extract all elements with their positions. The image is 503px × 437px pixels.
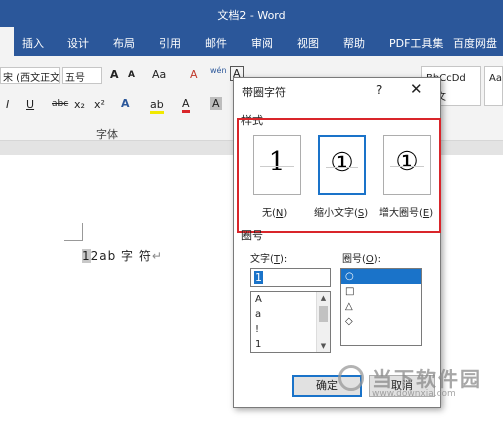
style-option-none[interactable]: 1 xyxy=(253,135,301,195)
text-list-scrollbar[interactable]: ▲ ▼ xyxy=(316,292,330,352)
tab-help[interactable]: 帮助 xyxy=(343,35,365,51)
cancel-button[interactable]: 取消 xyxy=(369,375,435,397)
selected-character: 1 xyxy=(82,249,91,263)
text-field-label: 文字(T): xyxy=(250,254,288,265)
list-item[interactable]: □ xyxy=(341,284,421,299)
margin-mark-vertical xyxy=(82,223,83,241)
circle-section-label: 圈号 xyxy=(241,229,263,242)
tab-design[interactable]: 设计 xyxy=(67,35,89,51)
tab-references[interactable]: 引用 xyxy=(159,35,181,51)
document-text: 2ab 字 符 xyxy=(90,249,152,263)
tab-home[interactable] xyxy=(0,27,14,56)
list-item[interactable]: ○ xyxy=(341,269,421,284)
style-option-shrink-text[interactable]: ① xyxy=(318,135,366,195)
tab-baidu-netdisk[interactable]: 百度网盘 xyxy=(453,35,497,51)
scroll-up-icon[interactable]: ▲ xyxy=(317,294,330,302)
style-enlarge-label[interactable]: 增大圈号(E) xyxy=(379,204,433,219)
tab-pdf-tools[interactable]: PDF工具集 xyxy=(389,35,443,51)
window-title: 文档2 - Word xyxy=(217,9,286,22)
enclose-characters-dialog: 带圈字符 ? ✕ 样式 1 ① ① 无(N) 缩小文字(S) 增大圈号(E) 圈… xyxy=(233,77,441,408)
list-item[interactable]: △ xyxy=(341,299,421,314)
style-next-preview: Aa xyxy=(489,73,502,84)
style-enlarge-glyph: ① xyxy=(395,147,419,177)
circle-field-label: 圈号(O): xyxy=(342,254,382,265)
ok-button[interactable]: 确定 xyxy=(292,375,362,397)
underline-button[interactable]: U xyxy=(26,98,34,111)
scroll-thumb[interactable] xyxy=(319,306,328,322)
font-color-button[interactable]: A xyxy=(182,97,190,113)
subscript-button[interactable]: x₂ xyxy=(74,98,85,111)
text-list[interactable]: A a ! 1 ▲ ▼ xyxy=(250,291,331,353)
margin-mark-horizontal xyxy=(64,240,82,241)
text-input-value: 1 xyxy=(254,271,263,284)
italic-button[interactable]: I xyxy=(6,98,9,111)
text-effects-button[interactable]: A xyxy=(121,97,130,110)
tab-mailings[interactable]: 邮件 xyxy=(205,35,227,51)
change-case-button[interactable]: Aa xyxy=(152,68,166,81)
tab-layout[interactable]: 布局 xyxy=(113,35,135,51)
grow-font-button[interactable]: A xyxy=(110,68,119,81)
title-bar: 文档2 - Word xyxy=(0,0,503,27)
phonetic-guide-button[interactable]: wén xyxy=(210,66,227,75)
tab-view[interactable]: 视图 xyxy=(297,35,319,51)
font-name-combo[interactable]: 宋 (西文正文) xyxy=(0,67,60,84)
style-none-label[interactable]: 无(N) xyxy=(262,204,287,219)
strikethrough-button[interactable]: abc xyxy=(52,99,68,109)
help-icon[interactable]: ? xyxy=(376,83,382,97)
highlight-button[interactable]: ab xyxy=(150,98,164,114)
style-shrink-glyph: ① xyxy=(330,148,354,178)
paragraph-mark: ↵ xyxy=(151,249,163,263)
list-item[interactable]: ◇ xyxy=(341,314,421,329)
style-option-enlarge-symbol[interactable]: ① xyxy=(383,135,431,195)
ribbon-tabs: 插入 设计 布局 引用 邮件 审阅 视图 帮助 PDF工具集 百度网盘 xyxy=(0,27,503,56)
shrink-font-button[interactable]: A xyxy=(128,70,135,80)
character-shading-button[interactable]: A xyxy=(210,97,222,110)
style-shrink-label[interactable]: 缩小文字(S) xyxy=(314,204,368,219)
style-none-glyph: 1 xyxy=(268,147,286,177)
tab-review[interactable]: 审阅 xyxy=(251,35,273,51)
circle-list[interactable]: ○ □ △ ◇ xyxy=(340,268,422,346)
font-group-label: 字体 xyxy=(96,128,118,141)
document-text-line[interactable]: 12ab 字 符↵ xyxy=(82,247,163,264)
font-size-combo[interactable]: 五号 xyxy=(62,67,102,84)
tab-insert[interactable]: 插入 xyxy=(22,35,44,51)
style-next[interactable]: Aa xyxy=(484,66,503,106)
dialog-title: 带圈字符 xyxy=(242,86,286,99)
clear-format-button[interactable]: A xyxy=(190,68,198,81)
superscript-button[interactable]: x² xyxy=(94,98,105,111)
close-icon[interactable]: ✕ xyxy=(410,80,423,98)
scroll-down-icon[interactable]: ▼ xyxy=(317,342,330,350)
text-input[interactable]: 1 xyxy=(250,268,331,287)
